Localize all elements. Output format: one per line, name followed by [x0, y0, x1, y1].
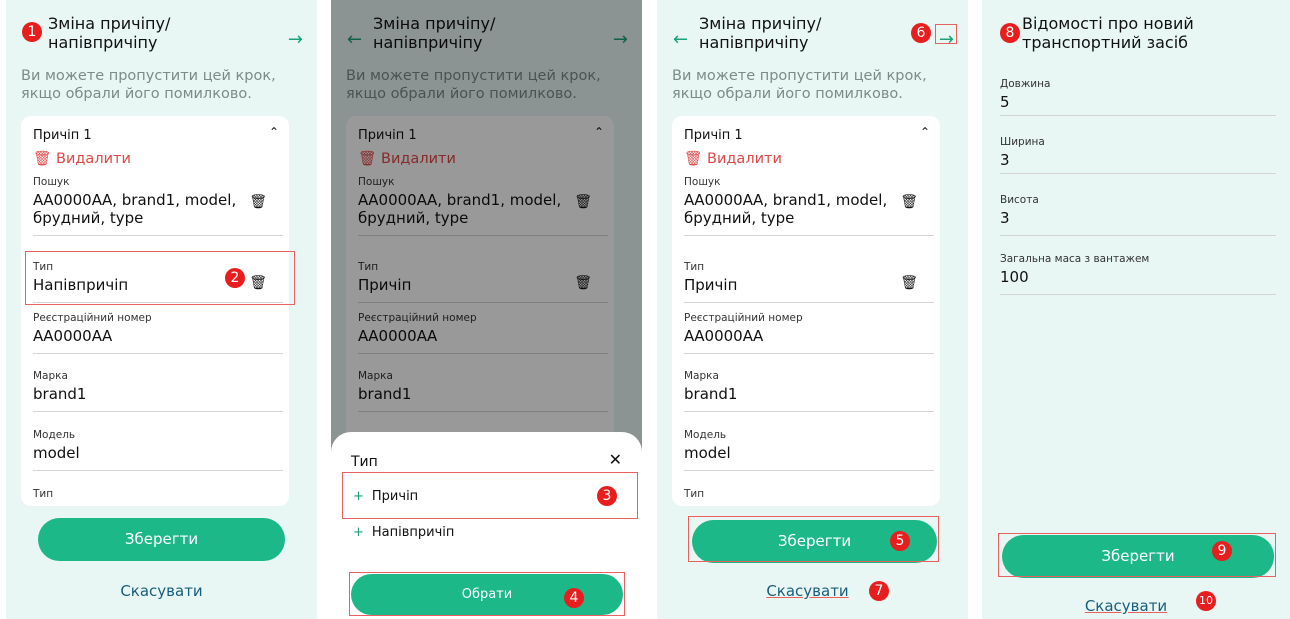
chevron-up-icon[interactable]: ⌃: [269, 125, 279, 139]
save-button[interactable]: Зберегти: [38, 518, 285, 561]
field-value: 3: [1000, 151, 1010, 169]
search-field[interactable]: Пошук АА0000АА, brand1, model, брудний, …: [33, 176, 283, 236]
registration-field[interactable]: Реєстраційний номер АА0000АА: [33, 312, 283, 354]
search-field[interactable]: Пошук АА0000АА, brand1, model, брудний, …: [684, 176, 934, 236]
card-title: Причіп 1: [684, 128, 743, 143]
field-label: Пошук: [684, 176, 721, 188]
field-label: Загальна маса з вантажем: [1000, 253, 1150, 265]
field-label: Модель: [684, 429, 727, 441]
field-label: Модель: [33, 429, 76, 441]
field-value: АА0000АА, brand1, model, брудний, type: [684, 191, 888, 227]
field-value: brand1: [684, 385, 738, 403]
field-value: АА0000АА: [33, 327, 113, 345]
step-badge: 6: [911, 23, 931, 43]
step-badge: 9: [1212, 541, 1232, 561]
model-field[interactable]: Модель model: [33, 429, 283, 471]
page-title: Зміна причіпу/ напівпричіпу: [699, 14, 822, 52]
option-label: Напівпричіп: [371, 525, 455, 540]
field-value: АА0000АА, brand1, model, брудний, type: [33, 191, 237, 227]
width-field[interactable]: Ширина 3: [1000, 136, 1276, 174]
header: Відомості про новий транспортний засіб: [982, 14, 1290, 58]
step-badge: 10: [1196, 591, 1216, 611]
trash-icon[interactable]: 🗑: [900, 275, 918, 291]
length-field[interactable]: Довжина 5: [1000, 78, 1276, 116]
delete-label: Видалити: [56, 151, 131, 167]
page-title: Зміна причіпу/ напівпричіпу: [48, 14, 171, 52]
trash-icon: 🗑: [684, 151, 703, 167]
highlight-box: [998, 533, 1276, 577]
type-field-2[interactable]: Тип: [684, 488, 934, 506]
field-label: Тип: [684, 488, 705, 500]
option-semitrailer[interactable]: + Напівпричіп: [353, 525, 454, 540]
screen-4: Відомості про новий транспортний засіб Д…: [982, 0, 1290, 619]
trailer-card: Причіп 1 ⌃ 🗑 Видалити Пошук АА0000АА, br…: [21, 116, 289, 506]
sheet-title: Тип: [351, 454, 378, 470]
type-field-2[interactable]: Тип: [33, 488, 283, 506]
delete-button[interactable]: 🗑 Видалити: [33, 150, 131, 167]
cancel-link[interactable]: Скасувати: [6, 582, 317, 600]
trash-icon[interactable]: 🗑: [900, 194, 918, 210]
brand-field[interactable]: Марка brand1: [33, 370, 283, 412]
registration-field[interactable]: Реєстраційний номер АА0000АА: [684, 312, 934, 354]
field-label: Реєстраційний номер: [33, 312, 152, 324]
field-value: brand1: [33, 385, 87, 403]
trash-icon: 🗑: [33, 151, 52, 167]
field-label: Марка: [33, 370, 68, 382]
field-value: АА0000АА: [684, 327, 764, 345]
step-badge: 3: [597, 486, 617, 506]
highlight-box: [25, 251, 295, 305]
field-label: Тип: [33, 488, 54, 500]
highlight-box: [342, 472, 638, 519]
field-value: Причіп: [684, 276, 738, 294]
trash-icon[interactable]: 🗑: [249, 194, 267, 210]
header: Зміна причіпу/ напівпричіпу →: [6, 14, 317, 58]
chevron-up-icon[interactable]: ⌃: [920, 125, 930, 139]
trailer-card: Причіп 1 ⌃ 🗑 Видалити Пошук АА0000АА, br…: [672, 116, 940, 506]
cancel-link[interactable]: Скасувати: [657, 582, 968, 600]
field-label: Довжина: [1000, 78, 1051, 90]
field-label: Висота: [1000, 194, 1039, 206]
screen-1: Зміна причіпу/ напівпричіпу → Ви можете …: [6, 0, 317, 619]
field-label: Марка: [684, 370, 719, 382]
step-badge: 5: [890, 531, 910, 551]
field-value: model: [33, 444, 80, 462]
step-badge: 2: [225, 268, 245, 288]
step-badge: 4: [564, 588, 584, 608]
hint-text: Ви можете пропустити цей крок, якщо обра…: [21, 68, 276, 102]
field-value: 3: [1000, 209, 1010, 227]
field-label: Реєстраційний номер: [684, 312, 803, 324]
field-value: 100: [1000, 268, 1029, 286]
type-field[interactable]: Тип Причіп 🗑: [684, 261, 934, 303]
hint-text: Ви можете пропустити цей крок, якщо обра…: [672, 68, 927, 102]
plus-icon: +: [353, 525, 364, 540]
field-label: Пошук: [33, 176, 70, 188]
close-icon[interactable]: ✕: [609, 450, 622, 469]
height-field[interactable]: Висота 3: [1000, 194, 1276, 236]
highlight-box: [935, 24, 957, 44]
highlight-box: [349, 572, 625, 616]
delete-label: Видалити: [707, 151, 782, 167]
step-badge: 1: [22, 22, 42, 42]
field-value: 5: [1000, 93, 1010, 111]
arrow-left-icon[interactable]: ←: [673, 29, 688, 50]
delete-button[interactable]: 🗑 Видалити: [684, 150, 782, 167]
total-mass-field[interactable]: Загальна маса з вантажем 100: [1000, 253, 1276, 295]
model-field[interactable]: Модель model: [684, 429, 934, 471]
card-title: Причіп 1: [33, 128, 92, 143]
step-badge: 7: [869, 581, 889, 601]
step-badge: 8: [1000, 23, 1020, 43]
brand-field[interactable]: Марка brand1: [684, 370, 934, 412]
page-title: Відомості про новий транспортний засіб: [1022, 14, 1194, 52]
field-label: Тип: [684, 261, 705, 273]
arrow-right-icon[interactable]: →: [288, 29, 303, 50]
cancel-link[interactable]: Скасувати: [982, 597, 1290, 615]
field-label: Ширина: [1000, 136, 1045, 148]
field-value: model: [684, 444, 731, 462]
